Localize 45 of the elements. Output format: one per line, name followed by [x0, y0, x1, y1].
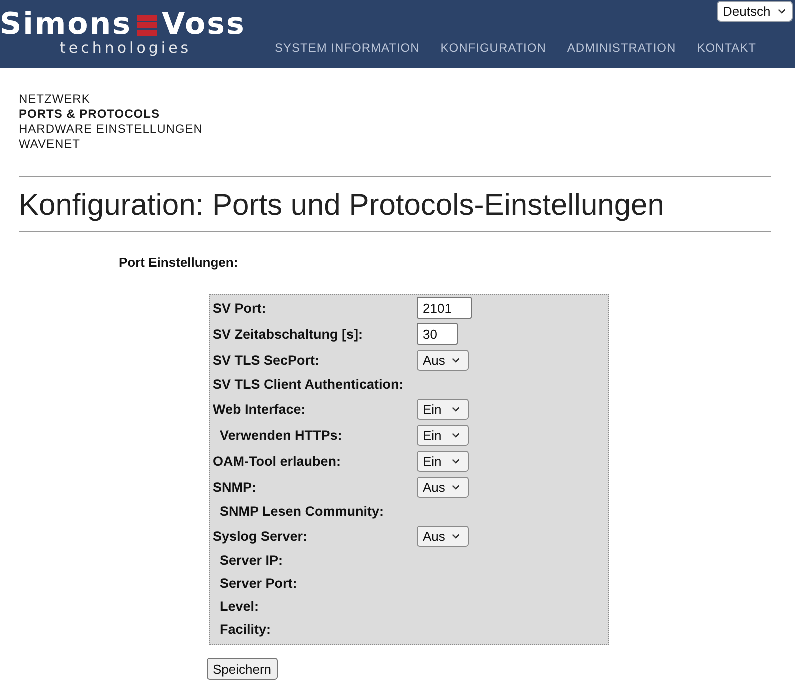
- setting-label: OAM-Tool erlauben:: [213, 454, 341, 468]
- setting-label: Syslog Server:: [213, 528, 308, 544]
- dropdown-select[interactable]: Ein: [417, 450, 469, 472]
- subnav-link[interactable]: WAVENET: [19, 137, 81, 152]
- setting-label: SV TLS Client Authentication:: [213, 377, 404, 392]
- text-input-field[interactable]: 2101: [417, 297, 472, 319]
- page-title: Konfiguration: Ports und Protocols-Einstellungen: [19, 188, 666, 224]
- logo-text: Voss: [162, 10, 246, 40]
- subnav-link[interactable]: HARDWARE EINSTELLUNGEN: [19, 122, 203, 137]
- dropdown-select[interactable]: Aus: [417, 476, 469, 498]
- setting-label: Level:: [219, 599, 260, 614]
- setting-label: Web Interface:: [213, 402, 306, 416]
- logo-tagline: technologies: [60, 40, 192, 56]
- text-input-field[interactable]: 30: [417, 323, 458, 345]
- chevron-down-icon: [452, 458, 460, 464]
- setting-label: SV Zeitabschaltung [s]:: [213, 326, 364, 342]
- chevron-down-icon: [452, 432, 460, 438]
- chevron-down-icon: [452, 484, 460, 490]
- logo-text: Simons: [0, 10, 132, 40]
- language-select[interactable]: Deutsch: [717, 1, 793, 22]
- nav-link[interactable]: SYSTEM INFORMATION: [275, 40, 420, 56]
- setting-label: SV Port:: [213, 300, 266, 316]
- chevron-down-icon: [452, 406, 460, 412]
- subnav-link[interactable]: PORTS & PROTOCOLS: [19, 107, 160, 122]
- save-button[interactable]: Speichern: [207, 658, 278, 680]
- nav-link[interactable]: KONTAKT: [697, 40, 756, 56]
- nav-link[interactable]: KONFIGURATION: [440, 40, 546, 56]
- setting-label: Server Port:: [219, 576, 298, 591]
- subnav-link[interactable]: NETZWERK: [19, 92, 90, 107]
- nav-link[interactable]: ADMINISTRATION: [567, 40, 676, 56]
- setting-label: Facility:: [219, 622, 272, 637]
- logo-stripes-icon: [136, 14, 157, 36]
- dropdown-select[interactable]: Aus: [417, 350, 469, 370]
- chevron-down-icon: [452, 358, 460, 362]
- setting-label: Verwenden HTTPs:: [219, 428, 342, 442]
- chevron-down-icon: [452, 534, 460, 538]
- setting-label: SV TLS SecPort:: [213, 352, 320, 368]
- chevron-down-icon: [778, 9, 786, 14]
- setting-label: Server IP:: [219, 553, 284, 568]
- dropdown-select[interactable]: Ein: [417, 398, 469, 420]
- dropdown-select[interactable]: Ein: [417, 424, 469, 446]
- section-label: Port Einstellungen:: [119, 255, 240, 271]
- setting-label: SNMP Lesen Community:: [219, 504, 384, 519]
- setting-label: SNMP:: [213, 480, 256, 494]
- dropdown-select[interactable]: Aus: [417, 526, 469, 546]
